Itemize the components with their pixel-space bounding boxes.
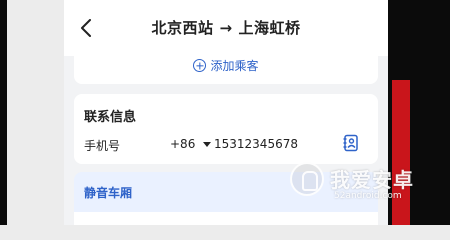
- phone-number-field[interactable]: 15312345678: [214, 137, 298, 151]
- add-passenger-label: 添加乘客: [210, 59, 259, 73]
- country-code-selector[interactable]: +86: [170, 137, 212, 151]
- country-code-value: +86: [170, 137, 196, 151]
- phone-bezel-left: [0, 0, 7, 225]
- plus-circle-icon: [193, 59, 207, 72]
- contact-section-title: 联系信息: [84, 110, 137, 125]
- contact-book-icon[interactable]: [342, 134, 360, 152]
- phone-label: 手机号: [84, 139, 121, 153]
- watermark-brand: 我爱安卓: [330, 168, 414, 192]
- quiet-car-label: 静音车厢: [84, 186, 133, 200]
- next-card-edge: [74, 212, 378, 225]
- caret-down-icon: [203, 141, 212, 147]
- to-station: 上海虹桥: [238, 19, 301, 37]
- route-arrow: →: [219, 19, 233, 37]
- site-watermark: 我爱安卓 52android.com: [290, 160, 440, 210]
- watermark-domain: 52android.com: [334, 191, 402, 201]
- android-logo-icon: [290, 162, 324, 196]
- passenger-card: 添加乘客: [74, 48, 378, 84]
- contact-info-card: 联系信息 手机号 +86 15312345678: [74, 94, 378, 164]
- add-passenger-button[interactable]: 添加乘客: [74, 57, 378, 74]
- route-title: 北京西站 → 上海虹桥: [64, 17, 388, 38]
- from-station: 北京西站: [151, 19, 214, 37]
